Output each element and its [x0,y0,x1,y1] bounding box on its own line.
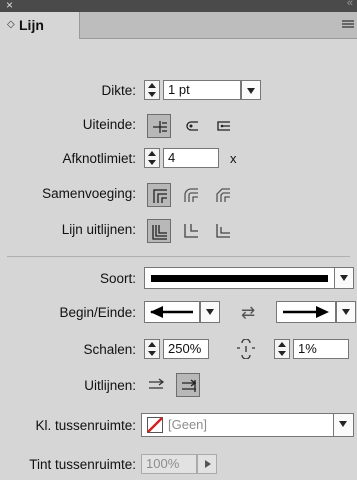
cap-square-button[interactable] [211,114,235,138]
begin-arrow-field[interactable] [144,301,200,323]
cap-round-icon [186,121,198,131]
schalen-begin-field[interactable]: 250% [163,339,209,359]
kl-tussenruimte-value: [Geen] [168,417,208,432]
panel-tab-row: ◇ Lijn [0,12,357,39]
kl-tussenruimte-label: Kl. tussenruimte: [35,418,136,433]
soort-field[interactable] [144,267,335,289]
align-stroke-outside-icon [216,224,230,238]
arrow-tip-inside-icon [182,379,197,392]
tint-tussenruimte-label: Tint tussenruimte: [29,457,136,472]
tab-title: Lijn [19,17,44,33]
afknot-field[interactable]: 4 [163,148,219,168]
dikte-stepper[interactable] [144,80,160,100]
kl-tussenruimte-field[interactable]: [Geen] [141,413,334,437]
align-outside-button[interactable] [211,219,235,243]
afknot-label: Afknotlimiet: [62,151,136,166]
join-round-button[interactable] [179,183,203,207]
arrow-tip-beyond-icon[interactable] [147,375,167,395]
tab-lijn[interactable]: ◇ Lijn [0,12,80,39]
kl-tussenruimte-dropdown-button[interactable] [334,413,354,437]
solid-stroke-swatch [151,275,328,282]
cap-butt-icon [153,121,167,133]
join-bevel-icon [216,188,230,202]
none-swatch-icon [147,417,163,433]
afknot-unit: x [230,151,237,166]
soort-label: Soort: [99,271,136,286]
cap-round-button[interactable] [179,114,203,138]
link-scale-icon[interactable] [235,339,257,359]
align-inside-button[interactable] [179,219,203,243]
arrow-tip-inside-button[interactable] [176,373,200,397]
uitlijnen-label: Uitlijnen: [84,378,136,393]
lijn-uitlijnen-label: Lijn uitlijnen: [61,222,136,237]
einde-arrow-field[interactable] [276,301,336,323]
schalen-label: Schalen: [83,342,136,357]
soort-dropdown-button[interactable] [334,267,354,289]
tint-tussenruimte-arrow-button[interactable] [197,454,217,474]
join-miter-button[interactable] [147,183,171,207]
align-stroke-inside-icon [184,224,198,238]
uiteinde-label: Uiteinde: [82,117,136,132]
afknot-stepper[interactable] [144,148,160,168]
arrow-right-icon [283,306,329,318]
align-stroke-center-icon [152,225,167,240]
dikte-field[interactable]: 1 pt [163,80,241,100]
samenvoeging-label: Samenvoeging: [42,186,136,201]
join-bevel-button[interactable] [211,183,235,207]
arrow-left-icon [150,306,193,318]
begin-einde-label: Begin/Einde: [59,305,136,320]
tab-toggle-icon[interactable]: ◇ [7,19,15,30]
join-round-icon [184,188,198,202]
dikte-dropdown-button[interactable] [241,80,261,100]
play-right-icon [205,460,211,468]
cap-butt-button[interactable] [147,114,171,138]
cap-square-icon [217,121,230,131]
panel-title-bar: × « [0,0,357,12]
tint-tussenruimte-field[interactable]: 100% [141,454,197,474]
einde-dropdown-button[interactable] [336,301,356,323]
collapse-icon[interactable]: « [347,0,353,9]
schalen-begin-stepper[interactable] [144,339,160,359]
schalen-einde-stepper[interactable] [274,339,290,359]
begin-dropdown-button[interactable] [200,301,220,323]
swap-icon[interactable]: ⇄ [241,303,255,323]
dikte-label: Dikte: [101,83,136,98]
schalen-einde-field[interactable]: 1% [293,339,349,359]
panel-menu-icon[interactable] [342,20,354,28]
close-icon[interactable]: × [6,0,13,12]
join-miter-icon [153,189,167,203]
align-center-button[interactable] [147,219,171,243]
section-divider [7,256,350,257]
